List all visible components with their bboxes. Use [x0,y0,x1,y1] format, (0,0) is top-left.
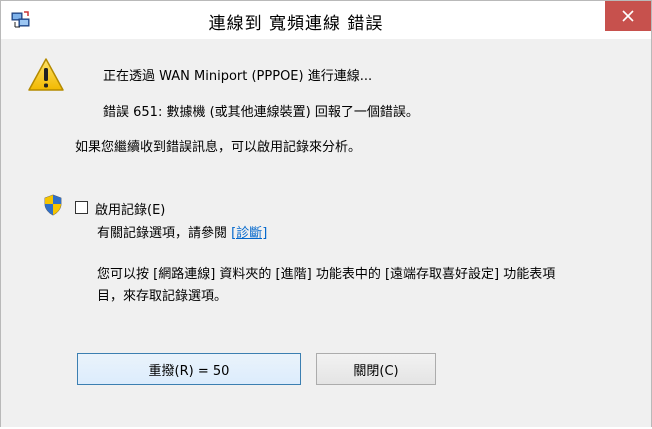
status-connecting-text: 正在透過 WAN Miniport (PPPOE) 進行連線... [103,69,373,84]
logging-info-line: 有關記錄選項，請參閱 [診斷] [97,222,267,241]
enable-logging-label[interactable]: 啟用記錄(E) [95,199,165,218]
error-message-text: 錯誤 651: 數據機 (或其他連線裝置) 回報了一個錯誤。 [103,105,419,120]
close-icon [622,7,634,26]
title-bar[interactable]: 連線到 寬頻連線 錯誤 [1,1,651,39]
enable-logging-checkbox[interactable] [75,201,88,214]
close-button[interactable]: 關閉(C) [316,353,436,385]
advice-text: 如果您繼續收到錯誤訊息，可以啟用記錄來分析。 [75,140,362,155]
dialog-content: 正在透過 WAN Miniport (PPPOE) 進行連線... 錯誤 651… [9,39,643,428]
error-dialog-window: 連線到 寬頻連線 錯誤 正在透過 WAN Miniport (PPPOE) 進行… [0,0,652,429]
window-title: 連線到 寬頻連線 錯誤 [208,14,384,34]
redial-button[interactable]: 重撥(R) = 50 [77,353,301,385]
uac-shield-icon [43,194,63,216]
warning-icon [27,57,65,93]
diagnostics-link[interactable]: [診斷] [231,226,267,241]
logging-info-text: 有關記錄選項，請參閱 [97,226,232,241]
logging-hint-line1: 您可以按 [網路連線] 資料夾的 [進階] 功能表中的 [遠端存取喜好設定] 功… [97,267,556,282]
logging-hint-line2: 目，來存取記錄選項。 [97,289,228,304]
close-window-button[interactable] [605,1,651,31]
